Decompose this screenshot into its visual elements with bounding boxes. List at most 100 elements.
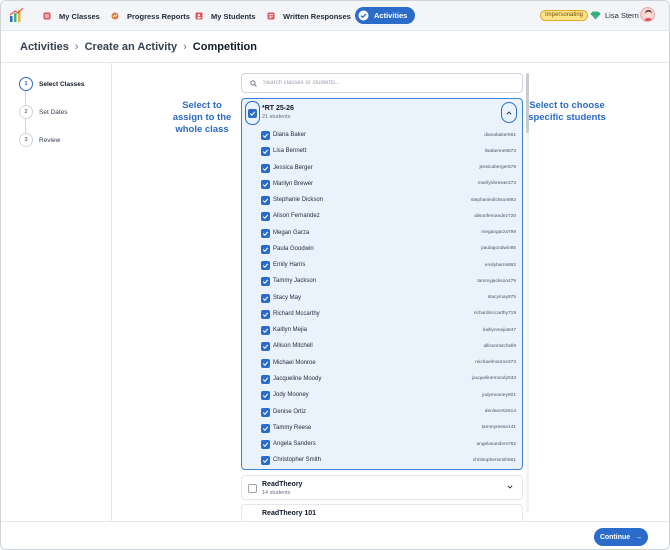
student-row[interactable]: Tammy Jackson tammyjackson479 [242,273,522,289]
student-row[interactable]: Emily Harris emilyharris692 [242,257,522,273]
check-icon [262,344,269,350]
check-icon [262,393,269,399]
student-row[interactable]: Jacqueline Moody jacquelinemoody533 [242,371,522,387]
student-checkbox[interactable] [261,212,270,222]
student-checkbox[interactable] [261,407,270,417]
student-checkbox[interactable] [261,309,270,319]
student-row[interactable]: Michael Monroe michaelmonroe373 [242,355,522,371]
step-review[interactable]: 3 Review [19,133,60,147]
student-checkbox[interactable] [261,342,270,352]
breadcrumb-create-activity[interactable]: Create an Activity [85,41,178,53]
student-checkbox[interactable] [261,440,270,450]
student-checkbox[interactable] [261,179,270,189]
student-name: Richard Mccarthy [273,310,320,317]
student-checkbox[interactable] [261,228,270,238]
student-checkbox[interactable] [261,358,270,368]
steps-sidebar: 1 Select Classes 2 Set Dates 3 Review [1,63,112,521]
continue-button[interactable]: Continue → [594,528,648,546]
check-icon [262,182,269,187]
class-row-readtheory[interactable]: ReadTheory 14 students [241,475,523,500]
breadcrumb-separator: › [183,41,187,53]
nav-my-classes[interactable]: My Classes [43,8,100,24]
avatar[interactable] [640,7,655,22]
student-name: Stephanie Dickson [273,197,324,204]
student-row[interactable]: Denise Ortiz deniseortiz514 [242,404,522,420]
student-checkbox[interactable] [261,244,270,254]
student-name: Diana Baker [273,132,307,138]
student-row[interactable]: Jessica Berger jessicaberger578 [242,160,522,176]
student-checkbox[interactable] [261,456,270,466]
check-icon [262,231,269,236]
class-select-all-checkbox[interactable] [245,101,260,125]
student-checkbox[interactable] [261,293,270,303]
student-row[interactable]: Jody Mooney jodymooney801 [242,387,522,403]
breadcrumb-activities[interactable]: Activities [20,41,69,53]
student-row[interactable]: Richard Mccarthy richardmccarthy719 [242,306,522,322]
collapse-class-button[interactable] [501,102,517,123]
check-icon [262,442,269,448]
nav-my-students[interactable]: My Students [195,8,256,24]
check-icon [262,165,269,171]
student-name: Marilyn Brewer [273,180,314,187]
student-checkbox[interactable] [261,326,270,336]
continue-label: Continue [599,533,631,541]
check-icon [262,149,269,155]
student-name: Jacqueline Moody [273,375,322,382]
student-row[interactable]: Diana Baker dianabaker561 [242,127,522,143]
student-list: Diana Baker dianabaker561 Lisa Bennett lisa… [242,127,522,469]
class-checkbox[interactable] [248,484,257,493]
check-icon [262,279,269,285]
nav-activities[interactable]: Activities [355,7,416,24]
student-row[interactable]: Stephanie Dickson stephaniedickson892 [242,192,522,208]
check-icon [262,328,269,334]
student-row[interactable]: Stacy May stacymay975 [242,290,522,306]
student-row[interactable]: Christopher Smith christophersmith561 [242,452,522,468]
student-checkbox[interactable] [261,277,270,287]
student-name: Alison Fernandez [273,213,320,220]
step-select-classes[interactable]: 1 Select Classes [19,77,85,91]
student-checkbox[interactable] [261,163,270,173]
app-window: My Classes Progress Reports My Students … [0,0,670,550]
search-input[interactable] [263,80,503,86]
nav-written-responses[interactable]: Written Responses [267,8,351,24]
responses-icon [267,12,275,20]
student-row[interactable]: Lisa Bennett lisabennett673 [242,143,522,159]
nav-label: My Classes [59,11,100,21]
student-row[interactable]: Angela Sanders angelasanders762 [242,436,522,452]
chevron-down-icon[interactable] [507,485,513,489]
student-row[interactable]: Tammy Reese tammyreese141 [242,420,522,436]
student-checkbox[interactable] [261,131,270,140]
checkbox[interactable] [248,108,257,118]
check-icon [262,409,269,415]
scrollbar[interactable] [526,73,529,513]
check-icon [262,296,269,301]
student-row[interactable]: Megan Garza megangarza799 [242,225,522,241]
nav-label: My Students [211,11,256,21]
student-username: stacymay975 [487,295,516,301]
class-header[interactable]: *RT 25-26 21 students [242,99,522,127]
student-checkbox[interactable] [261,391,270,401]
students-icon [195,12,203,20]
student-checkbox[interactable] [261,147,270,157]
breadcrumb-separator: › [74,41,79,53]
student-username: stephaniedickson892 [470,197,516,203]
student-checkbox[interactable] [261,261,270,271]
step-set-dates[interactable]: 2 Set Dates [19,105,68,119]
student-row[interactable]: Alison Fernandez alisonfernandez720 [242,208,522,224]
nav-progress-reports[interactable]: Progress Reports [111,8,190,24]
student-checkbox[interactable] [261,196,270,206]
page-title: Competition [192,41,257,53]
scrollbar-thumb[interactable] [526,73,529,133]
student-checkbox[interactable] [261,423,270,433]
step-label: Select Classes [39,80,85,88]
student-username: tammyjackson479 [477,278,516,284]
search-box[interactable] [241,73,523,93]
student-row[interactable]: Allison Mitchell allisonmitchell9 [242,338,522,354]
student-checkbox[interactable] [261,374,270,384]
student-row[interactable]: Kaitlyn Mejia kaitlynmejia647 [242,322,522,338]
readtheory-logo-icon[interactable] [9,7,25,23]
student-row[interactable]: Marilyn Brewer marilynbrewer273 [242,176,522,192]
student-row[interactable]: Paula Goodwin paulagoodwin85 [242,241,522,257]
step-number: 2 [19,105,33,119]
step-label: Set Dates [39,108,68,116]
